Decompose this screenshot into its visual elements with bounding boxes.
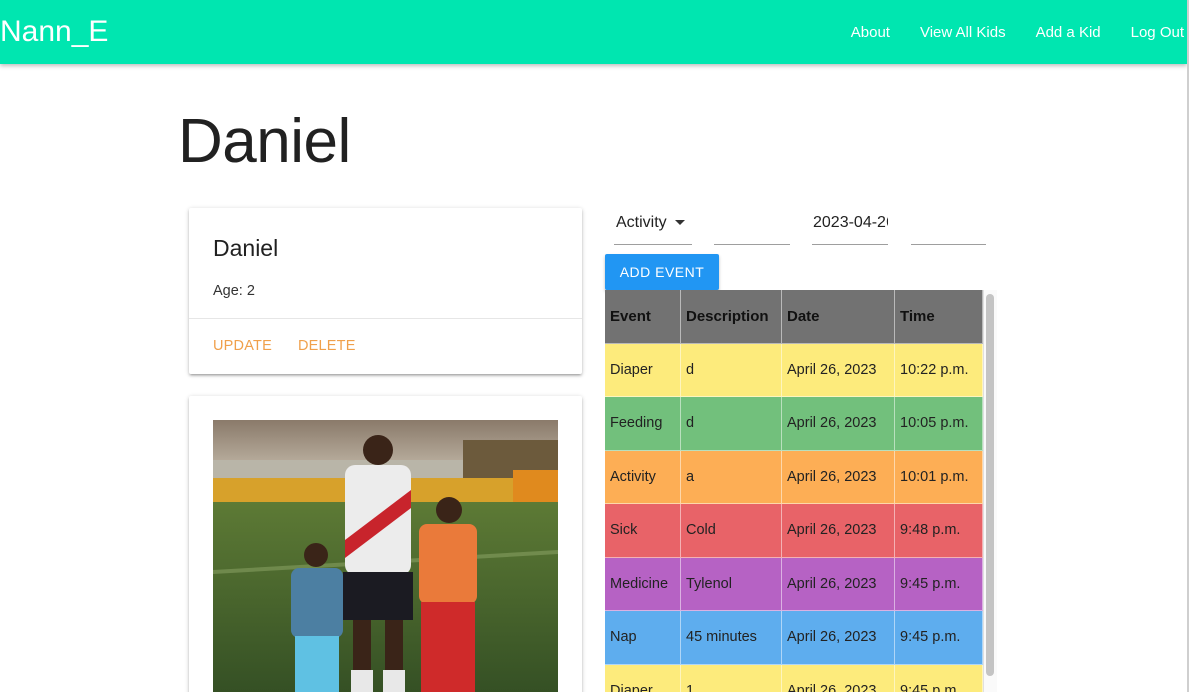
- cell-date: April 26, 2023: [782, 450, 895, 504]
- table-row: Medicine Tylenol April 26, 2023 9:45 p.m.: [605, 557, 983, 611]
- cell-time: 9:45 p.m.: [895, 611, 983, 665]
- delete-button[interactable]: DELETE: [298, 338, 356, 354]
- table-row: Sick Cold April 26, 2023 9:48 p.m.: [605, 504, 983, 558]
- card-divider: [189, 318, 582, 319]
- nav-link-add-a-kid[interactable]: Add a Kid: [1021, 24, 1116, 41]
- add-event-button[interactable]: ADD EVENT: [605, 254, 719, 290]
- nav-link-log-out[interactable]: Log Out: [1116, 24, 1187, 41]
- cell-description: a: [681, 450, 782, 504]
- table-row: Feeding d April 26, 2023 10:05 p.m.: [605, 397, 983, 451]
- cell-event: Activity: [605, 450, 681, 504]
- table-scrollbar-thumb[interactable]: [986, 294, 994, 676]
- table-row: Diaper 1 April 26, 2023 9:45 p.m.: [605, 664, 983, 692]
- header-event: Event: [605, 290, 681, 344]
- cell-time: 9:45 p.m.: [895, 557, 983, 611]
- date-value: 2023-04-26: [813, 214, 888, 231]
- navbar: Nann_E About View All Kids Add a Kid Log…: [0, 0, 1187, 64]
- cell-time: 9:48 p.m.: [895, 504, 983, 558]
- cell-event: Sick: [605, 504, 681, 558]
- cell-time: 9:45 p.m.: [895, 664, 983, 692]
- events-table-body: Diaper d April 26, 2023 10:22 p.m. Feeding d A…: [605, 343, 983, 692]
- kid-info-card: Daniel Age: 2 UPDATE DELETE: [189, 208, 582, 374]
- nav-links: About View All Kids Add a Kid Log Out: [836, 0, 1187, 64]
- nav-link-about[interactable]: About: [836, 24, 905, 41]
- cell-event: Nap: [605, 611, 681, 665]
- cell-date: April 26, 2023: [782, 397, 895, 451]
- app-window: Nann_E About View All Kids Add a Kid Log…: [0, 0, 1189, 692]
- events-table-container[interactable]: Event Description Date Time Diaper d April…: [605, 290, 997, 692]
- cell-description: Cold: [681, 504, 782, 558]
- cell-description: 1: [681, 664, 782, 692]
- cell-event: Medicine: [605, 557, 681, 611]
- header-time: Time: [895, 290, 983, 344]
- cell-event: Diaper: [605, 343, 681, 397]
- cell-date: April 26, 2023: [782, 557, 895, 611]
- table-row: Diaper d April 26, 2023 10:22 p.m.: [605, 343, 983, 397]
- page-title: Daniel: [178, 107, 351, 176]
- date-input[interactable]: 2023-04-26: [812, 206, 888, 245]
- time-input[interactable]: [911, 206, 986, 245]
- table-row: Nap 45 minutes April 26, 2023 9:45 p.m.: [605, 611, 983, 665]
- cell-description: 45 minutes: [681, 611, 782, 665]
- header-date: Date: [782, 290, 895, 344]
- kid-photo-card: [189, 396, 582, 692]
- event-type-selected: Activity: [616, 214, 667, 231]
- header-description: Description: [681, 290, 782, 344]
- cell-date: April 26, 2023: [782, 504, 895, 558]
- cell-description: d: [681, 343, 782, 397]
- kid-photo: [213, 420, 558, 692]
- cell-description: Tylenol: [681, 557, 782, 611]
- table-header-row: Event Description Date Time: [605, 290, 983, 344]
- event-type-select[interactable]: Activity: [614, 206, 692, 245]
- dropdown-caret-icon: [675, 220, 685, 225]
- cell-event: Feeding: [605, 397, 681, 451]
- cell-time: 10:22 p.m.: [895, 343, 983, 397]
- cell-time: 10:05 p.m.: [895, 397, 983, 451]
- kid-age: Age: 2: [213, 283, 255, 299]
- update-button[interactable]: UPDATE: [213, 338, 272, 354]
- cell-time: 10:01 p.m.: [895, 450, 983, 504]
- nav-link-view-all-kids[interactable]: View All Kids: [905, 24, 1021, 41]
- cell-date: April 26, 2023: [782, 343, 895, 397]
- kid-photo-image: [213, 420, 558, 692]
- kid-name: Daniel: [213, 235, 279, 261]
- cell-date: April 26, 2023: [782, 611, 895, 665]
- cell-description: d: [681, 397, 782, 451]
- events-table: Event Description Date Time Diaper d April…: [605, 290, 983, 692]
- table-scrollbar[interactable]: [983, 290, 997, 692]
- table-row: Activity a April 26, 2023 10:01 p.m.: [605, 450, 983, 504]
- description-input[interactable]: [714, 206, 790, 245]
- brand-logo[interactable]: Nann_E: [0, 14, 108, 50]
- cell-date: April 26, 2023: [782, 664, 895, 692]
- cell-event: Diaper: [605, 664, 681, 692]
